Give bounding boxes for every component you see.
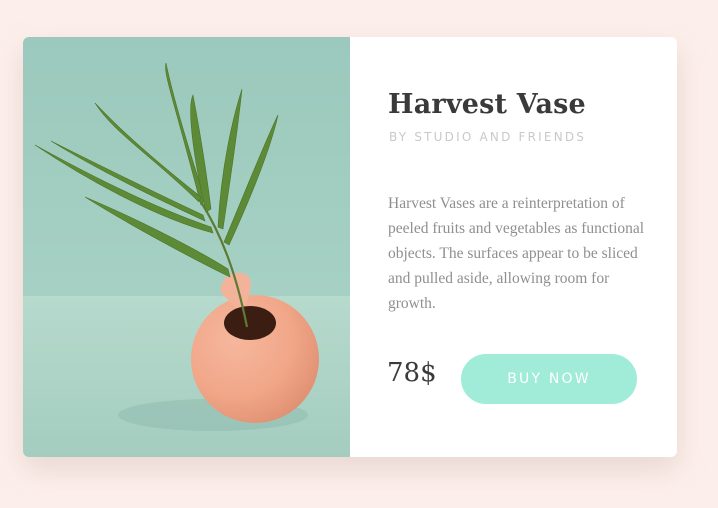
product-description: Harvest Vases are a reinterpretation of …: [388, 195, 645, 312]
product-card: Harvest Vase BY STUDIO AND FRIENDS Harve…: [23, 37, 677, 457]
product-price: 78$: [387, 358, 437, 388]
product-subtitle: BY STUDIO AND FRIENDS: [389, 130, 587, 144]
product-title: Harvest Vase: [388, 89, 586, 120]
vase-photo-icon: [23, 37, 350, 457]
product-details: Harvest Vase BY STUDIO AND FRIENDS Harve…: [350, 37, 677, 457]
buy-now-button[interactable]: BUY NOW: [461, 354, 637, 404]
product-image: [23, 37, 350, 457]
